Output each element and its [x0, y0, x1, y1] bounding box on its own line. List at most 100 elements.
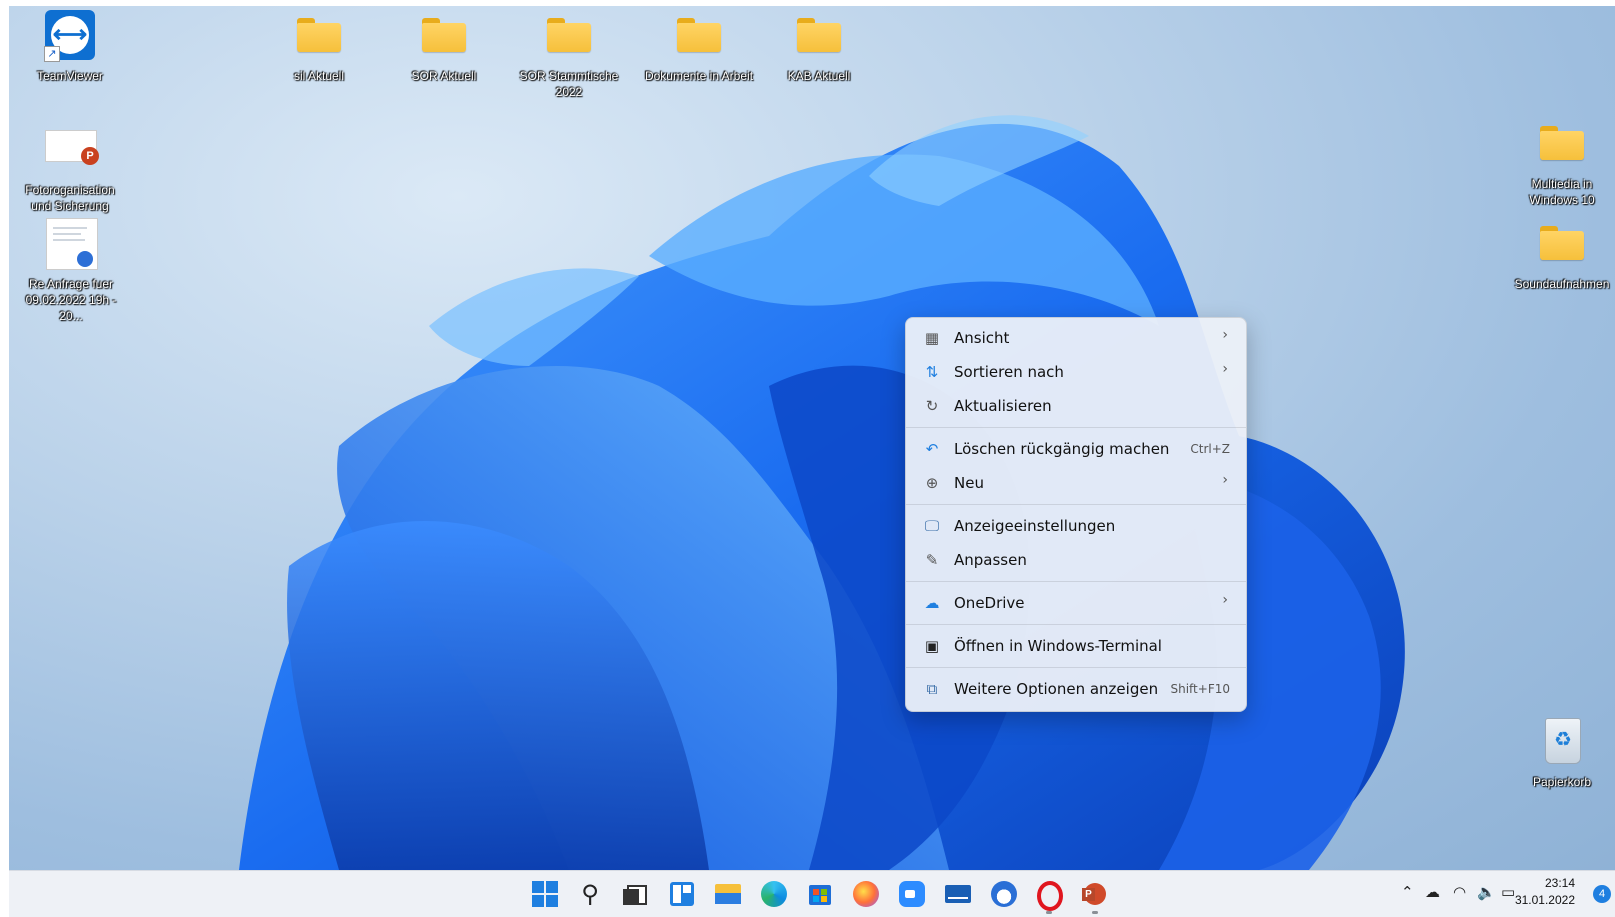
battery-icon[interactable]: ▭	[1501, 883, 1515, 901]
desktop-icon-powerpoint-file[interactable]: P Fotoroganisation und Sicherung	[15, 124, 125, 214]
clock[interactable]: 23:14 31.01.2022	[1515, 875, 1575, 909]
menu-item-sort-by[interactable]: ⇅ Sortieren nach ›	[910, 356, 1242, 388]
volume-icon[interactable]: 🔈	[1477, 883, 1496, 901]
menu-item-label: Anzeigeeinstellungen	[954, 517, 1116, 535]
zoom-icon[interactable]	[897, 879, 927, 909]
sort-icon: ⇅	[925, 363, 939, 381]
menu-item-label: OneDrive	[954, 594, 1025, 612]
menu-separator	[906, 667, 1246, 668]
notification-badge[interactable]: 4	[1593, 885, 1611, 903]
more-options-icon: ⧉	[926, 680, 938, 698]
menu-item-label: Löschen rückgängig machen	[954, 440, 1170, 458]
search-icon[interactable]: ⚲	[575, 879, 605, 909]
shortcut-label: Ctrl+Z	[1190, 442, 1230, 456]
desktop-icon-label: Fotoroganisation und Sicherung	[25, 183, 115, 213]
display-settings-icon: 🖵	[924, 517, 940, 535]
chevron-right-icon: ›	[1222, 592, 1228, 608]
desktop-icon-label: Multiedia in Windows 10	[1529, 177, 1595, 207]
terminal-icon: ▣	[924, 637, 940, 655]
menu-separator	[906, 427, 1246, 428]
desktop-icon-folder[interactable]: Dokumente in Arbeit	[639, 10, 759, 84]
personalize-brush-icon: ✎	[925, 551, 939, 569]
shortcut-label: Shift+F10	[1170, 682, 1230, 696]
menu-separator	[906, 504, 1246, 505]
desktop-icon-label: Papierkorb	[1532, 775, 1592, 789]
desktop-icon-folder[interactable]: sil Aktuell	[264, 10, 374, 84]
desktop-icon-teamviewer[interactable]: ⟷ ↗ TeamViewer	[15, 10, 125, 84]
desktop-icon-label: TeamViewer	[37, 69, 103, 83]
desktop-icon-label: SOR Aktuell	[411, 69, 477, 83]
powerpoint-file-icon: P	[45, 130, 99, 165]
chevron-right-icon: ›	[1222, 472, 1228, 488]
menu-item-label: Neu	[954, 474, 984, 492]
mail-icon[interactable]	[943, 879, 973, 909]
clock-date: 31.01.2022	[1514, 893, 1575, 907]
wallpaper-bloom	[239, 115, 1405, 870]
opera-icon[interactable]	[1034, 879, 1064, 911]
menu-item-personalize[interactable]: ✎ Anpassen	[910, 544, 1242, 576]
desktop-icon-label: Re Anfrage fuer 09.02.2022 19h - 20...	[25, 277, 117, 323]
menu-item-label: Anpassen	[954, 551, 1027, 569]
undo-icon: ↶	[925, 440, 939, 458]
folder-icon	[1540, 226, 1584, 260]
desktop-icon-folder[interactable]: Multiedia in Windows 10	[1507, 118, 1615, 208]
widgets-icon[interactable]	[667, 879, 697, 909]
menu-separator	[906, 581, 1246, 582]
menu-separator	[906, 624, 1246, 625]
menu-item-more-options[interactable]: ⧉ Weitere Optionen anzeigen Shift+F10	[910, 673, 1242, 705]
powerpoint-icon[interactable]: P	[1080, 879, 1110, 909]
desktop-icon-label: SOR Stammtische 2022	[519, 69, 619, 99]
edge-icon[interactable]	[759, 879, 789, 909]
wifi-icon[interactable]: ◠	[1453, 883, 1466, 901]
onedrive-tray-icon[interactable]: ☁	[1425, 883, 1440, 901]
thunderbird-mail-icon	[46, 218, 98, 270]
desktop-icon-label: Soundaufnahmen	[1514, 277, 1610, 291]
menu-item-open-terminal[interactable]: ▣ Öffnen in Windows-Terminal	[910, 630, 1242, 662]
chevron-right-icon: ›	[1222, 361, 1228, 377]
menu-item-label: Weitere Optionen anzeigen	[954, 680, 1159, 698]
desktop-icon-mail-file[interactable]: Re Anfrage fuer 09.02.2022 19h - 20...	[15, 218, 127, 324]
menu-item-undo-delete[interactable]: ↶ Löschen rückgängig machen Ctrl+Z	[910, 433, 1242, 465]
menu-item-display-settings[interactable]: 🖵 Anzeigeeinstellungen	[910, 510, 1242, 542]
menu-item-label: Öffnen in Windows-Terminal	[954, 637, 1162, 655]
store-icon[interactable]	[805, 879, 835, 909]
firefox-icon[interactable]	[851, 879, 881, 909]
menu-item-onedrive[interactable]: ☁ OneDrive ›	[910, 587, 1242, 619]
folder-icon	[547, 18, 591, 52]
desktop-icon-folder[interactable]: KAB Aktuell	[764, 10, 874, 84]
running-indicator	[1092, 911, 1098, 914]
desktop-icon-label: sil Aktuell	[293, 69, 345, 83]
folder-icon	[677, 18, 721, 52]
recycle-bin-icon: ♻	[1545, 718, 1581, 764]
desktop-icon-folder[interactable]: Soundaufnahmen	[1507, 218, 1615, 292]
folder-icon	[1540, 126, 1584, 160]
running-indicator	[1046, 911, 1052, 914]
task-view-icon[interactable]	[621, 879, 651, 909]
menu-item-label: Aktualisieren	[954, 397, 1052, 415]
start-icon[interactable]	[530, 879, 560, 909]
menu-item-refresh[interactable]: ↻ Aktualisieren	[910, 390, 1242, 422]
desktop-icon-label: Dokumente in Arbeit	[644, 69, 754, 83]
shortcut-arrow-icon: ↗	[44, 46, 60, 62]
thunderbird-icon[interactable]	[989, 879, 1019, 909]
folder-icon	[797, 18, 841, 52]
desktop-context-menu: ▦ Ansicht › ⇅ Sortieren nach › ↻ Aktuali…	[905, 317, 1247, 712]
folder-icon	[297, 18, 341, 52]
folder-icon	[422, 18, 466, 52]
view-grid-icon: ▦	[924, 329, 940, 347]
menu-item-new[interactable]: ⊕ Neu ›	[910, 467, 1242, 499]
onedrive-cloud-icon: ☁	[924, 594, 940, 612]
clock-time: 23:14	[1544, 876, 1575, 890]
new-plus-icon: ⊕	[925, 474, 939, 492]
desktop-icon-folder[interactable]: SOR Aktuell	[389, 10, 499, 84]
file-explorer-icon[interactable]	[713, 879, 743, 909]
desktop-icon-recycle-bin[interactable]: ♻ Papierkorb	[1507, 716, 1615, 790]
desktop[interactable]: ⟷ ↗ TeamViewer sil Aktuell SOR Aktuell SO…	[9, 6, 1615, 870]
menu-item-label: Ansicht	[954, 329, 1010, 347]
chevron-up-icon[interactable]: ⌃	[1401, 883, 1414, 901]
desktop-icon-folder[interactable]: SOR Stammtische 2022	[514, 10, 624, 100]
menu-item-label: Sortieren nach	[954, 363, 1064, 381]
taskbar: ⚲ P ⌃ ☁ ◠ 🔈 ▭ 23:14 31.01.2022 4	[9, 870, 1615, 917]
menu-item-view[interactable]: ▦ Ansicht ›	[910, 322, 1242, 354]
chevron-right-icon: ›	[1222, 327, 1228, 343]
